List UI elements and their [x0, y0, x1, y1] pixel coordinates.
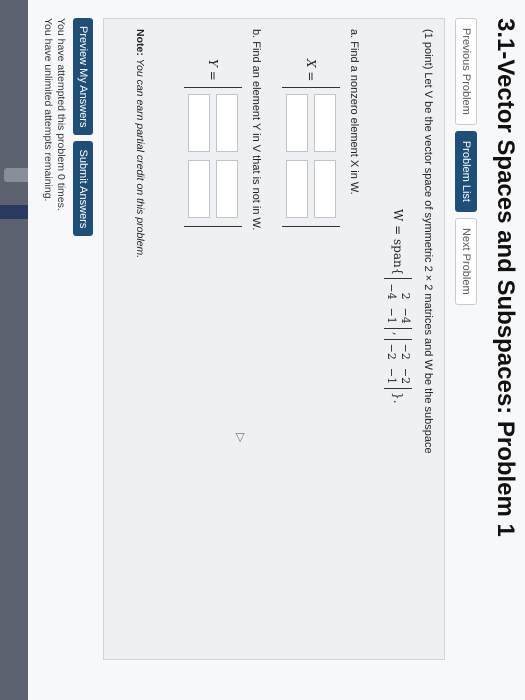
- submit-answers-button[interactable]: Submit Answers: [73, 141, 93, 237]
- matrix-1-entry: −4: [385, 283, 398, 300]
- span-close: }.: [391, 392, 405, 404]
- matrix-2-entry: −1: [385, 367, 398, 385]
- sidebar-tab[interactable]: [4, 168, 28, 182]
- matrix-1-entry: 2: [399, 292, 412, 300]
- previous-problem-button[interactable]: Previous Problem: [455, 18, 477, 125]
- y-entry-input[interactable]: [216, 93, 238, 152]
- matrix-2-entry: −2: [399, 343, 412, 360]
- attempts-remaining: You have unlimited attempts remaining.: [42, 18, 54, 202]
- x-entry-input[interactable]: [314, 94, 336, 153]
- answer-x-matrix: X =: [282, 59, 340, 228]
- x-entry-input[interactable]: [314, 160, 336, 219]
- part-a-label: a. Find a nonzero element X in W.: [348, 29, 360, 195]
- var-x-label: X =: [304, 59, 318, 82]
- subspace-definition: W = span{ 2 −4 −4 −1 , −2 −2 −2 −1 }.: [384, 209, 412, 404]
- partial-credit-note: Note: You can earn partial credit on thi…: [134, 29, 146, 258]
- screen: 3.1-Vector Spaces and Subspaces: Problem…: [0, 0, 525, 700]
- answer-y-matrix: Y =: [184, 59, 242, 227]
- attempts-count: You have attempted this problem 0 times.: [55, 18, 67, 211]
- note-label: Note:: [134, 29, 146, 56]
- sidebar-tab-active[interactable]: [0, 205, 28, 219]
- problem-page: 3.1-Vector Spaces and Subspaces: Problem…: [28, 0, 525, 700]
- problem-panel: (1 point) Let V be the vector space of s…: [103, 18, 445, 660]
- problem-nav: Previous Problem Problem List Next Probl…: [455, 18, 477, 305]
- y-entry-input[interactable]: [216, 159, 238, 218]
- matrix-2-entry: −2: [399, 367, 412, 385]
- page-title: 3.1-Vector Spaces and Subspaces: Problem…: [492, 18, 519, 537]
- next-problem-button[interactable]: Next Problem: [455, 217, 477, 305]
- span-label: W = span{: [391, 209, 405, 276]
- problem-statement: (1 point) Let V be the vector space of s…: [422, 29, 434, 454]
- preview-answers-button[interactable]: Preview My Answers: [73, 18, 93, 136]
- mouse-cursor-icon: ▷: [234, 433, 248, 443]
- span-matrix-1: 2 −4 −4 −1: [384, 278, 412, 329]
- x-input-grid: [282, 87, 340, 228]
- var-y-label: Y =: [206, 59, 220, 81]
- problem-list-button[interactable]: Problem List: [455, 130, 477, 212]
- sidebar-edge: [0, 0, 28, 700]
- answer-actions: Preview My Answers Submit Answers: [73, 18, 93, 237]
- part-b-label: b. Find an element Y in V that is not in…: [250, 29, 262, 231]
- matrix-1-entry: −1: [385, 307, 398, 324]
- x-entry-input[interactable]: [286, 94, 308, 153]
- note-text: You can earn partial credit on this prob…: [134, 55, 146, 259]
- span-matrix-2: −2 −2 −2 −1: [384, 338, 412, 390]
- attempts-status: You have attempted this problem 0 times.…: [41, 18, 67, 211]
- y-input-grid: [184, 86, 242, 227]
- y-entry-input[interactable]: [188, 159, 210, 218]
- y-entry-input[interactable]: [188, 93, 210, 152]
- matrix-2-entry: −2: [385, 343, 398, 360]
- matrix-1-entry: −4: [399, 307, 412, 324]
- span-separator: ,: [391, 331, 405, 336]
- x-entry-input[interactable]: [286, 160, 308, 219]
